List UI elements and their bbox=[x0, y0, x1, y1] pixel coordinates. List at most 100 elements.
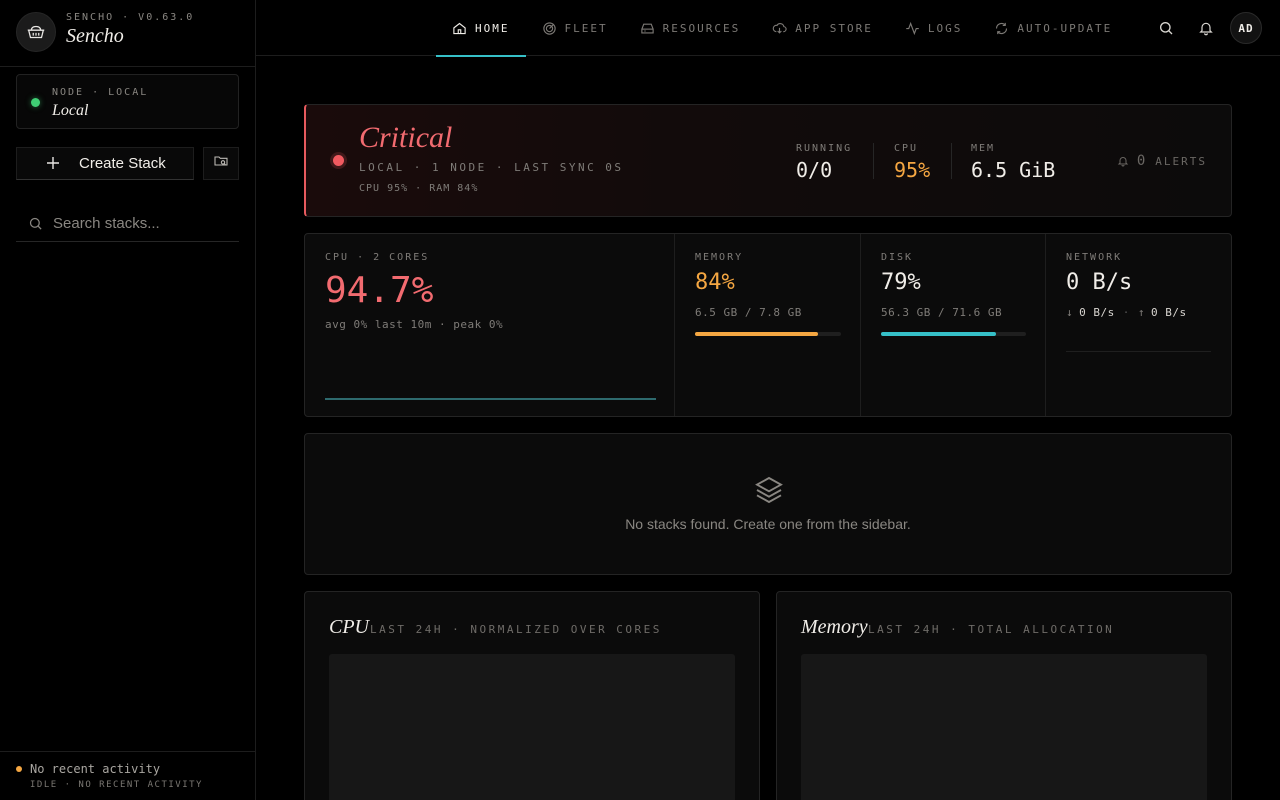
node-label: NODE · LOCAL bbox=[52, 87, 149, 98]
metric-network-sub: ↓ 0 B/s · ↑ 0 B/s bbox=[1066, 306, 1187, 319]
sencho-logo-icon bbox=[16, 12, 56, 52]
node-status-dot bbox=[31, 98, 40, 107]
plus-icon bbox=[47, 153, 61, 174]
network-down-value: 0 B/s bbox=[1079, 306, 1115, 319]
metrics-card: CPU · 2 CORES 94.7% avg 0% last 10m · pe… bbox=[304, 233, 1232, 417]
metric-cpu: CPU · 2 CORES 94.7% avg 0% last 10m · pe… bbox=[305, 234, 675, 416]
metric-cpu-label: CPU · 2 CORES bbox=[325, 252, 430, 263]
stack-search[interactable] bbox=[16, 206, 243, 242]
brand[interactable]: SENCHO · V0.63.0 Sencho bbox=[16, 12, 194, 52]
alerts-label: ALERTS bbox=[1155, 154, 1207, 168]
global-search-button[interactable] bbox=[1150, 12, 1182, 44]
metric-memory-value: 84% bbox=[695, 270, 735, 295]
cpu-sparkline bbox=[325, 398, 656, 400]
metric-memory-sub: 6.5 GB / 7.8 GB bbox=[695, 306, 802, 319]
activity-dot bbox=[16, 766, 22, 772]
memory-progress-fill bbox=[695, 332, 818, 336]
tab-fleet[interactable]: FLEET bbox=[526, 0, 624, 56]
arrow-up-icon: ↑ bbox=[1137, 306, 1145, 319]
stacks-empty-state: No stacks found. Create one from the sid… bbox=[304, 433, 1232, 575]
notifications-button[interactable] bbox=[1190, 12, 1222, 44]
alerts-count: 0 bbox=[1136, 153, 1148, 169]
kpi-running: RUNNING 0/0 bbox=[796, 143, 852, 182]
memory-chart-title: Memory bbox=[801, 616, 868, 638]
memory-chart-subtitle: LAST 24H · TOTAL ALLOCATION bbox=[868, 623, 1115, 636]
user-avatar[interactable]: AD bbox=[1230, 12, 1262, 44]
metric-memory-label: MEMORY bbox=[695, 252, 744, 263]
tab-logs[interactable]: LOGS bbox=[889, 0, 979, 56]
metric-memory: MEMORY 84% 6.5 GB / 7.8 GB bbox=[675, 234, 861, 416]
memory-progress bbox=[695, 332, 841, 336]
tab-app-store[interactable]: APP STORE bbox=[756, 0, 889, 56]
metric-disk: DISK 79% 56.3 GB / 71.6 GB bbox=[861, 234, 1046, 416]
bell-icon bbox=[1117, 157, 1129, 167]
memory-chart-area bbox=[801, 654, 1207, 800]
browse-folder-button[interactable] bbox=[203, 147, 239, 180]
create-stack-button[interactable]: Create Stack bbox=[16, 147, 194, 180]
activity-text: No recent activity bbox=[30, 762, 161, 776]
kpi-cpu: CPU 95% bbox=[894, 143, 930, 182]
activity-footer: No recent activity IDLE · NO RECENT ACTI… bbox=[0, 751, 256, 800]
kpi-mem-label: MEM bbox=[971, 143, 996, 154]
kpi-mem-value: 6.5 GiB bbox=[971, 158, 1056, 182]
app-name: Sencho bbox=[66, 25, 124, 47]
search-icon bbox=[1160, 22, 1173, 35]
status-meta: LOCAL · 1 NODE · LAST SYNC 0S bbox=[359, 161, 624, 174]
tab-auto-update-label: AUTO-UPDATE bbox=[1017, 21, 1113, 35]
drive-icon bbox=[640, 23, 654, 33]
kpi-divider bbox=[873, 143, 874, 179]
metric-disk-value: 79% bbox=[881, 270, 921, 295]
network-up-value: 0 B/s bbox=[1151, 306, 1187, 319]
top-actions: AD bbox=[1142, 12, 1262, 44]
network-divider bbox=[1066, 351, 1211, 352]
tab-logs-label: LOGS bbox=[927, 21, 963, 35]
memory-history-card: Memory LAST 24H · TOTAL ALLOCATION bbox=[776, 591, 1232, 800]
kpi-running-label: RUNNING bbox=[796, 143, 853, 154]
alerts-indicator[interactable]: 0 ALERTS bbox=[1117, 153, 1207, 169]
status-title: Critical bbox=[359, 121, 453, 154]
metric-disk-sub: 56.3 GB / 71.6 GB bbox=[881, 306, 1003, 319]
tab-fleet-label: FLEET bbox=[564, 21, 608, 35]
metric-network-value: 0 B/s bbox=[1066, 270, 1133, 295]
main-nav: HOME FLEET RESOURCES APP STORE LOGS AUTO… bbox=[436, 0, 1128, 57]
metric-network: NETWORK 0 B/s ↓ 0 B/s · ↑ 0 B/s bbox=[1046, 234, 1231, 416]
kpi-cpu-label: CPU bbox=[894, 143, 919, 154]
folder-search-icon bbox=[213, 153, 229, 174]
disk-progress bbox=[881, 332, 1026, 336]
node-name: Local bbox=[52, 102, 89, 119]
metric-cpu-value: 94.7% bbox=[325, 270, 434, 311]
kpi-mem: MEM 6.5 GiB bbox=[971, 143, 1055, 182]
cpu-chart-title: CPU bbox=[329, 616, 369, 638]
status-sub: CPU 95% · RAM 84% bbox=[359, 183, 479, 194]
tab-home[interactable]: HOME bbox=[436, 0, 526, 57]
arrow-down-icon: ↓ bbox=[1066, 306, 1074, 319]
sidebar-divider bbox=[0, 66, 256, 67]
cpu-chart-area bbox=[329, 654, 735, 800]
kpi-divider bbox=[951, 143, 952, 179]
activity-sub: IDLE · NO RECENT ACTIVITY bbox=[30, 780, 203, 790]
radar-icon bbox=[542, 21, 556, 35]
tab-resources[interactable]: RESOURCES bbox=[624, 0, 757, 56]
kpi-cpu-value: 95% bbox=[894, 158, 931, 182]
top-bar: HOME FLEET RESOURCES APP STORE LOGS AUTO… bbox=[256, 0, 1280, 57]
refresh-icon bbox=[996, 22, 1008, 34]
layers-icon bbox=[753, 474, 785, 511]
home-icon bbox=[453, 22, 466, 34]
metric-cpu-sub: avg 0% last 10m · peak 0% bbox=[325, 318, 504, 331]
metric-disk-label: DISK bbox=[881, 252, 914, 263]
search-input[interactable] bbox=[53, 215, 243, 232]
tab-home-label: HOME bbox=[475, 21, 510, 35]
cpu-chart-subtitle: LAST 24H · NORMALIZED OVER CORES bbox=[370, 623, 662, 636]
node-selector[interactable]: NODE · LOCAL Local bbox=[16, 74, 239, 129]
bell-icon bbox=[1199, 22, 1213, 36]
health-status-card: Critical LOCAL · 1 NODE · LAST SYNC 0S C… bbox=[304, 104, 1232, 217]
tab-auto-update[interactable]: AUTO-UPDATE bbox=[978, 0, 1128, 56]
cloud-download-icon bbox=[772, 22, 787, 34]
activity-icon bbox=[906, 21, 919, 35]
tab-app-store-label: APP STORE bbox=[795, 21, 873, 35]
network-separator: · bbox=[1122, 306, 1130, 319]
create-stack-label: Create Stack bbox=[79, 155, 166, 172]
sidebar: SENCHO · V0.63.0 Sencho NODE · LOCAL Loc… bbox=[0, 0, 256, 800]
critical-status-dot bbox=[333, 155, 344, 166]
empty-state-text: No stacks found. Create one from the sid… bbox=[625, 516, 911, 532]
